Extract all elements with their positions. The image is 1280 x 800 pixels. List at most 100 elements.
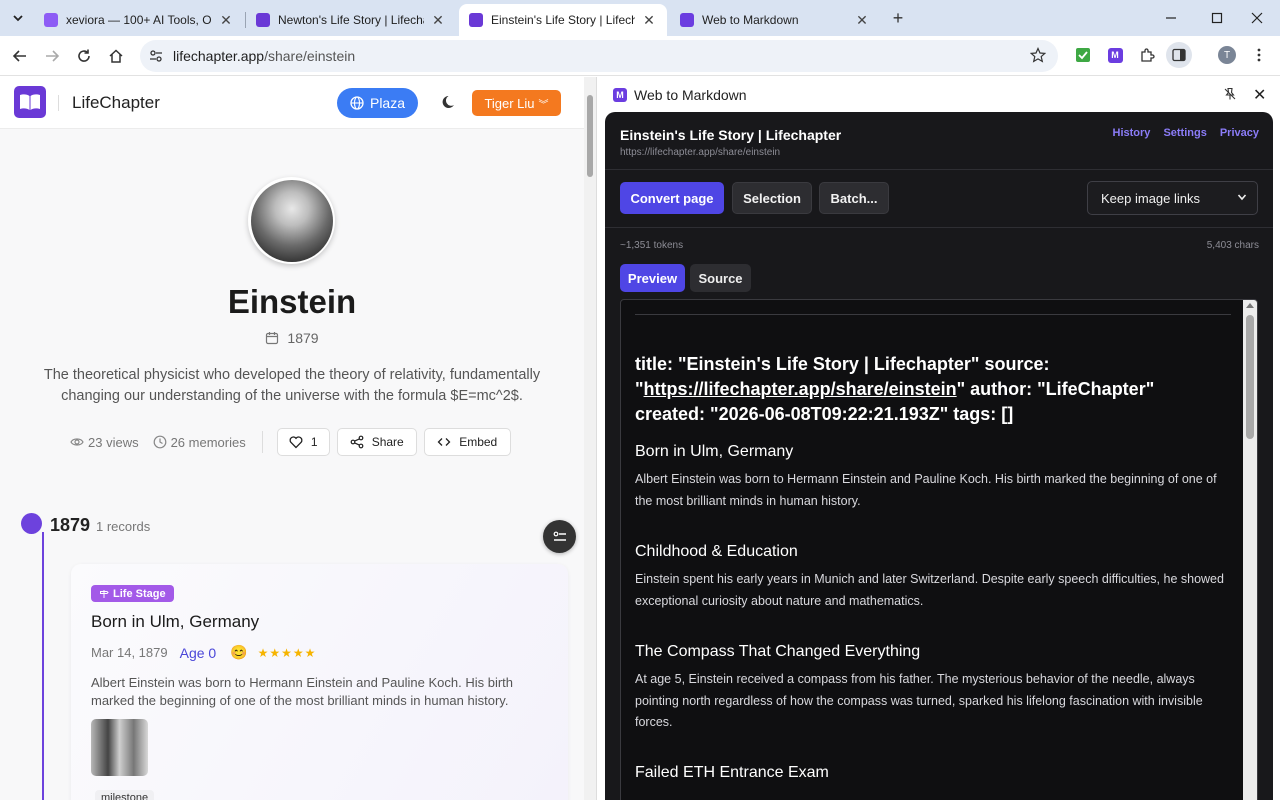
- moon-icon[interactable]: [440, 94, 456, 110]
- chevron-down-icon: [1237, 194, 1247, 201]
- preview-scrollbar-thumb[interactable]: [1246, 315, 1254, 439]
- page-scrollbar[interactable]: [584, 77, 596, 800]
- close-tab-icon[interactable]: ✕: [218, 12, 234, 29]
- embed-label: Embed: [459, 435, 498, 449]
- chevron-down-icon: [13, 15, 23, 22]
- preview-rule: [635, 314, 1231, 315]
- maximize-icon: [1211, 12, 1223, 24]
- timeline-line: [42, 532, 44, 800]
- memory-tag[interactable]: milestone: [95, 790, 155, 800]
- birth-year: 1879: [0, 330, 584, 346]
- markdown-app: Einstein's Life Story | Lifechapter http…: [605, 112, 1273, 800]
- scroll-up-icon[interactable]: [1246, 303, 1254, 308]
- memory-card[interactable]: Life Stage Born in Ulm, Germany Mar 14, …: [71, 564, 568, 800]
- share-button[interactable]: Share: [336, 428, 417, 456]
- privacy-link[interactable]: Privacy: [1220, 127, 1259, 139]
- side-panel-title: Web to Markdown: [634, 87, 747, 103]
- close-tab-icon[interactable]: ✕: [854, 12, 870, 29]
- preview-section: The Compass That Changed Everything At a…: [635, 643, 1225, 734]
- embed-button[interactable]: Embed: [423, 428, 511, 456]
- tab-title: Newton's Life Story | Lifechapter: [278, 13, 424, 27]
- memory-date: Mar 14, 1879: [91, 645, 168, 660]
- forward-button[interactable]: [40, 44, 64, 68]
- user-menu-button[interactable]: Tiger Liu ︾: [472, 90, 561, 116]
- more-vertical-icon: [1257, 48, 1261, 62]
- preview-section: Born in Ulm, Germany Albert Einstein was…: [635, 443, 1225, 512]
- home-button[interactable]: [104, 44, 128, 68]
- batch-button[interactable]: Batch...: [819, 182, 889, 214]
- site-header: LifeChapter Plaza Tiger Liu ︾: [0, 77, 584, 129]
- close-panel-icon[interactable]: ✕: [1253, 85, 1266, 105]
- unpin-icon[interactable]: [1223, 87, 1237, 101]
- timeline-filter-button[interactable]: [543, 520, 576, 553]
- memory-text: Albert Einstein was born to Hermann Eins…: [91, 675, 513, 708]
- minimize-button[interactable]: [1148, 0, 1194, 36]
- history-link[interactable]: History: [1113, 127, 1151, 139]
- new-tab-button[interactable]: +: [888, 8, 908, 28]
- xeviora-favicon-icon: [44, 13, 58, 27]
- ext-m-label: M: [1107, 47, 1123, 63]
- like-count: 1: [310, 435, 318, 449]
- extensions-button[interactable]: [1138, 46, 1156, 64]
- code-icon: [437, 438, 451, 446]
- selection-button[interactable]: Selection: [732, 182, 812, 214]
- close-tab-icon[interactable]: ✕: [430, 12, 446, 29]
- tab-search-button[interactable]: [6, 6, 30, 30]
- tab-newton[interactable]: Newton's Life Story | Lifechapter ✕: [246, 4, 456, 36]
- side-panel-button[interactable]: [1166, 42, 1192, 68]
- arrow-left-icon: [12, 50, 26, 62]
- memories-stat: 26 memories: [153, 435, 246, 450]
- close-window-button[interactable]: [1234, 0, 1280, 36]
- close-tab-icon[interactable]: ✕: [641, 12, 657, 29]
- app-links: History Settings Privacy: [1113, 127, 1259, 139]
- preview-section: Failed ETH Entrance Exam: [635, 764, 1225, 790]
- convert-page-button[interactable]: Convert page: [620, 182, 724, 214]
- tab-source[interactable]: Source: [690, 264, 751, 292]
- url-path: /share/einstein: [264, 48, 356, 64]
- browser-menu-button[interactable]: [1250, 46, 1268, 64]
- page-scrollbar-thumb[interactable]: [587, 95, 593, 177]
- markdown-extension-icon[interactable]: M: [1106, 46, 1124, 64]
- memory-meta: Mar 14, 1879 Age 0 😊 ★★★★★: [91, 644, 316, 661]
- life-stage-badge: Life Stage: [91, 585, 174, 602]
- share-icon: [350, 435, 364, 449]
- views-count: 23 views: [88, 434, 139, 450]
- open-book-icon: [20, 94, 40, 110]
- url-text[interactable]: lifechapter.app/share/einstein: [173, 48, 355, 64]
- image-mode-select[interactable]: Keep image links: [1087, 181, 1258, 215]
- heart-icon: [289, 436, 303, 449]
- memory-photo[interactable]: [91, 719, 148, 776]
- clock-icon: [153, 435, 166, 449]
- bookmark-star-icon[interactable]: [1030, 47, 1046, 63]
- brand-name[interactable]: LifeChapter: [72, 93, 160, 113]
- header-divider: [58, 95, 59, 111]
- calendar-icon: [266, 332, 279, 345]
- timeline-year: 1879: [50, 515, 91, 535]
- markdown-preview[interactable]: title: "Einstein's Life Story | Lifechap…: [620, 299, 1258, 800]
- plaza-button[interactable]: Plaza: [337, 88, 418, 118]
- back-button[interactable]: [8, 44, 32, 68]
- tab-preview[interactable]: Preview: [620, 264, 685, 292]
- person-name: Einstein: [227, 283, 357, 320]
- lifechapter-logo[interactable]: [14, 86, 46, 118]
- section-heading: The Compass That Changed Everything: [635, 643, 921, 660]
- profile-avatar[interactable]: T: [1218, 46, 1236, 64]
- memories-count: 26 memories: [170, 434, 246, 450]
- green-extension-icon[interactable]: [1074, 46, 1092, 64]
- source-link[interactable]: https://lifechapter.app/share/einstein: [644, 379, 957, 399]
- tab-web-to-markdown[interactable]: Web to Markdown ✕: [670, 4, 880, 36]
- preview-scrollbar[interactable]: [1243, 300, 1257, 800]
- close-icon: [1251, 12, 1263, 24]
- reload-button[interactable]: [72, 44, 96, 68]
- url-host: lifechapter.app: [173, 48, 265, 64]
- settings-link[interactable]: Settings: [1163, 127, 1206, 139]
- side-panel-icon: [1172, 48, 1186, 62]
- site-info-icon[interactable]: [148, 48, 164, 64]
- chevrons-down-icon: ︾: [538, 99, 549, 111]
- tab-xeviora[interactable]: xeviora — 100+ AI Tools, One ✕: [34, 4, 244, 36]
- address-bar[interactable]: lifechapter.app/share/einstein: [140, 40, 1058, 72]
- page-title: Einstein's Life Story | Lifechapter: [620, 127, 842, 143]
- tab-einstein[interactable]: Einstein's Life Story | Lifechapter ✕: [459, 4, 667, 36]
- tab-title: Einstein's Life Story | Lifechapter: [491, 13, 635, 27]
- like-button[interactable]: 1: [276, 428, 330, 456]
